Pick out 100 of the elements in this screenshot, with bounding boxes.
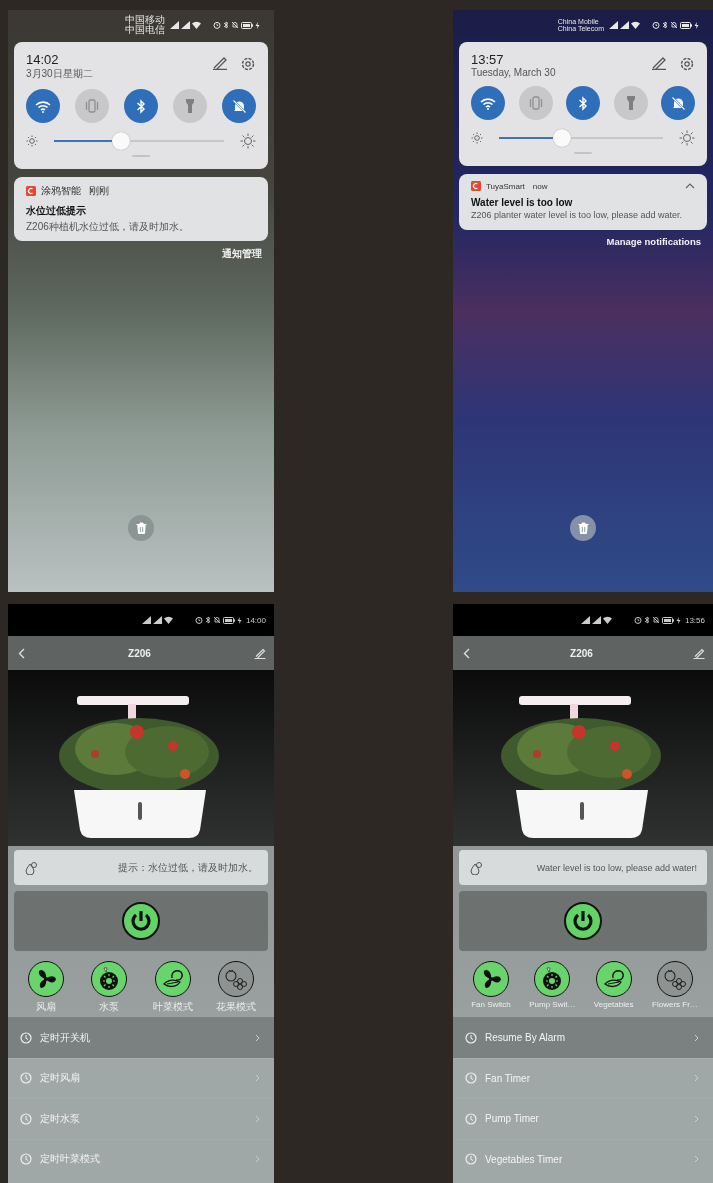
timer-row[interactable]: Resume By Alarm xyxy=(453,1017,713,1058)
timer-row[interactable]: Fan Timer xyxy=(453,1057,713,1098)
alarm-icon xyxy=(213,21,221,29)
device-title: Z206 xyxy=(128,647,151,659)
flashlight-icon xyxy=(625,95,636,111)
alarm-icon xyxy=(194,616,203,624)
quick-toggle[interactable] xyxy=(26,89,60,123)
wifi-icon xyxy=(163,616,173,624)
clock-time: 13:57 xyxy=(471,52,505,67)
mode-button[interactable] xyxy=(218,961,254,997)
water-drop-icon xyxy=(24,860,38,875)
mode-label: Fan Switch xyxy=(471,1000,511,1009)
timer-row[interactable]: 定时风扇 xyxy=(8,1057,274,1098)
battery-icon xyxy=(241,21,253,29)
device-title: Z206 xyxy=(570,647,593,659)
quick-toggle[interactable] xyxy=(471,86,505,120)
back-icon xyxy=(18,647,25,659)
alarm-icon xyxy=(652,21,660,29)
back-icon xyxy=(463,647,470,659)
manage-notifications-link[interactable]: 通知管理 xyxy=(222,247,262,261)
drag-handle[interactable] xyxy=(132,155,150,157)
power-button[interactable] xyxy=(122,902,160,940)
brightness-high-icon xyxy=(679,130,695,146)
charging-icon xyxy=(255,21,260,29)
charging-icon xyxy=(236,616,242,624)
app-logo-icon xyxy=(471,181,481,191)
clock-icon xyxy=(465,1031,477,1044)
slider-thumb[interactable] xyxy=(112,132,131,150)
clock-icon xyxy=(20,1112,32,1125)
quick-toggle[interactable] xyxy=(613,86,648,120)
clock-icon xyxy=(20,1031,32,1044)
chevron-right-icon xyxy=(255,1033,260,1042)
charging-icon xyxy=(694,21,699,29)
edit-button[interactable] xyxy=(693,647,705,659)
notification-title: 水位过低提示 xyxy=(26,204,87,218)
charging-icon xyxy=(675,616,681,624)
bluetooth-icon xyxy=(223,21,229,29)
collapse-button[interactable] xyxy=(685,183,695,189)
flashlight-icon xyxy=(185,98,195,114)
mode-label: 风扇 xyxy=(36,1000,56,1014)
date-text: 3月30日星期二 xyxy=(26,67,94,81)
back-button[interactable] xyxy=(18,647,25,659)
drag-handle[interactable] xyxy=(574,152,592,154)
bell-off-icon xyxy=(231,98,247,114)
mode-button[interactable] xyxy=(595,961,632,997)
bluetooth-icon xyxy=(643,616,650,624)
mode-button[interactable] xyxy=(534,961,571,997)
mode-button[interactable] xyxy=(91,961,128,997)
notification-text: Z206 planter water level is too low, please add water. xyxy=(471,211,684,221)
mode-button[interactable] xyxy=(473,961,509,997)
mode-label: 叶菜模式 xyxy=(152,1000,193,1014)
quick-toggle[interactable] xyxy=(518,86,553,120)
pencil-icon xyxy=(693,647,705,659)
timer-row[interactable]: 定时开关机 xyxy=(8,1017,274,1058)
clock-icon xyxy=(20,1072,32,1085)
battery-icon xyxy=(661,616,674,624)
clock-icon xyxy=(465,1153,477,1166)
alert-text: Water level is too low, please add water! xyxy=(536,862,697,873)
quick-toggle[interactable] xyxy=(566,86,600,120)
vibrate-icon xyxy=(527,96,544,110)
brightness-low-icon xyxy=(26,135,38,147)
quick-toggle[interactable] xyxy=(661,86,695,120)
status-time: 14:00 xyxy=(245,615,266,625)
quick-toggle[interactable] xyxy=(222,89,256,123)
mute-icon xyxy=(651,616,660,624)
notification-title: Water level is too low xyxy=(471,197,574,208)
notification-time: 刚刚 xyxy=(89,184,110,198)
slider-thumb[interactable] xyxy=(553,129,572,147)
mode-label: 水泵 xyxy=(99,1000,120,1014)
mode-button[interactable] xyxy=(657,961,693,997)
trash-icon xyxy=(135,522,147,534)
pencil-icon xyxy=(254,647,266,659)
power-button[interactable] xyxy=(564,902,602,940)
status-time: 13:56 xyxy=(684,615,705,625)
quick-toggle[interactable] xyxy=(124,89,158,123)
app-name: 涂鸦智能 xyxy=(41,184,81,198)
power-icon xyxy=(571,909,595,933)
power-icon xyxy=(129,909,153,933)
edit-button[interactable] xyxy=(254,647,266,659)
clock-time: 14:02 xyxy=(26,52,60,67)
vibrate-icon xyxy=(84,99,100,113)
pencil-icon xyxy=(651,56,667,70)
notification-card[interactable]: TuyaSmart now Water level is too low Z206 planter water level is too low, please add water. xyxy=(459,174,707,230)
mute-icon xyxy=(670,21,678,29)
notification-card[interactable]: 涂鸦智能 刚刚 水位过低提示 Z206种植机水位过低，请及时加水。 xyxy=(14,177,268,241)
quick-toggle[interactable] xyxy=(75,89,109,123)
battery-icon xyxy=(680,21,692,29)
back-button[interactable] xyxy=(463,647,470,659)
chevron-right-icon xyxy=(694,1074,699,1083)
chevron-right-icon xyxy=(694,1033,699,1042)
quick-toggle[interactable] xyxy=(173,89,207,123)
clear-all-button[interactable] xyxy=(570,515,596,541)
app-logo-icon xyxy=(26,186,36,196)
manage-notifications-link[interactable]: Manage notifications xyxy=(606,235,701,247)
date-text: Tuesday, March 30 xyxy=(471,67,557,78)
carrier-name: 中国移动 xyxy=(125,15,165,25)
mode-button[interactable] xyxy=(28,961,64,997)
mode-button[interactable] xyxy=(154,961,191,997)
water-drop-icon xyxy=(469,860,483,875)
alert-text: 提示：水位过低，请及时加水。 xyxy=(118,860,258,875)
